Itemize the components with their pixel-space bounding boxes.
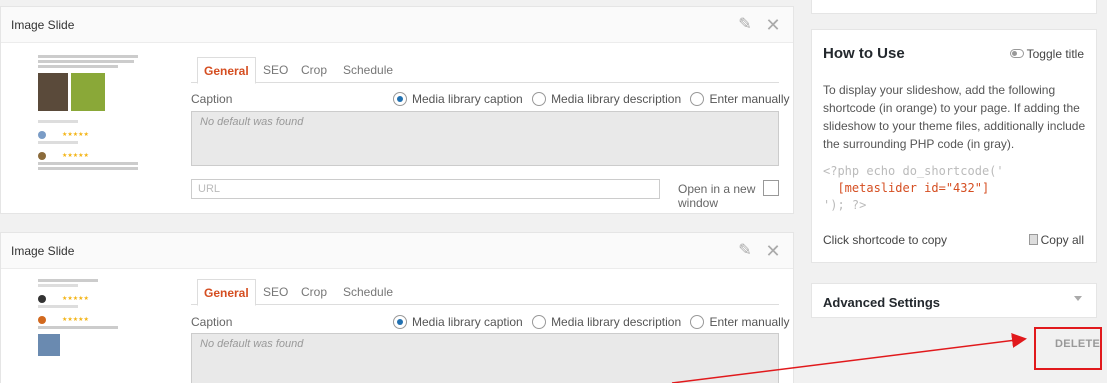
close-icon[interactable]: ✕ xyxy=(763,241,783,261)
new-window-checkbox[interactable] xyxy=(763,180,779,196)
caption-label: Caption xyxy=(191,315,233,329)
slide-title: Image Slide xyxy=(11,18,75,32)
caption-placeholder: No default was found xyxy=(200,116,304,128)
radio-media-caption[interactable] xyxy=(393,92,407,106)
slide-header: Image Slide ✎ ✕ xyxy=(1,7,793,43)
radio-label: Media library caption xyxy=(412,92,523,106)
toggle-title-button[interactable]: Toggle title xyxy=(1009,47,1084,61)
radio-label: Media library description xyxy=(551,92,682,106)
tab-general[interactable]: General xyxy=(197,279,256,306)
caption-label: Caption xyxy=(191,92,233,106)
radio-enter-manually[interactable] xyxy=(690,315,705,329)
tab-schedule[interactable]: Schedule xyxy=(343,285,393,299)
delete-button[interactable]: DELETE xyxy=(1055,338,1100,350)
tab-general[interactable]: General xyxy=(197,57,256,84)
radio-label: Enter manually xyxy=(709,315,790,329)
pencil-icon[interactable]: ✎ xyxy=(735,241,755,261)
tab-crop[interactable]: Crop xyxy=(301,285,327,299)
toggle-icon xyxy=(1009,49,1024,58)
image-slide-1: Image Slide ✎ ✕ ★★★★★ ★★★★★ General SEO … xyxy=(0,6,794,214)
slide-tabs: General SEO Crop Schedule xyxy=(191,57,779,84)
caption-textarea[interactable]: No default was found xyxy=(191,111,779,166)
php-open: <?php echo do_shortcode(' xyxy=(823,164,1004,178)
radio-media-description[interactable] xyxy=(532,92,547,106)
php-close: '); ?> xyxy=(823,198,867,212)
tab-crop[interactable]: Crop xyxy=(301,63,327,77)
how-to-use-panel: How to Use Toggle title To display your … xyxy=(811,29,1097,263)
copy-hint: Click shortcode to copy xyxy=(823,233,948,247)
caption-source-options: Media library caption Media library desc… xyxy=(393,92,796,106)
sidebar-top-panel xyxy=(811,0,1097,14)
slide-header: Image Slide ✎ ✕ xyxy=(1,233,793,269)
slide-title: Image Slide xyxy=(11,244,75,258)
caption-textarea[interactable]: No default was found xyxy=(191,333,779,383)
url-input[interactable]: URL xyxy=(191,179,660,199)
slide-thumbnail[interactable]: ★★★★★ ★★★★★ xyxy=(35,53,153,213)
radio-media-description[interactable] xyxy=(532,315,547,329)
slide-thumbnail[interactable]: ★★★★★ ★★★★★ xyxy=(35,277,153,383)
pencil-icon[interactable]: ✎ xyxy=(735,15,755,35)
shortcode-block: <?php echo do_shortcode(' [metaslider id… xyxy=(823,163,1004,214)
advanced-settings-toggle[interactable]: Advanced Settings xyxy=(811,283,1097,318)
chevron-down-icon xyxy=(1074,296,1082,301)
copy-icon xyxy=(1028,234,1038,245)
howto-title: How to Use xyxy=(823,45,905,62)
tab-seo[interactable]: SEO xyxy=(263,285,288,299)
radio-label: Media library caption xyxy=(412,315,523,329)
caption-source-options: Media library caption Media library desc… xyxy=(393,315,796,329)
advanced-settings-title: Advanced Settings xyxy=(823,295,941,310)
radio-label: Enter manually xyxy=(709,92,790,106)
toggle-title-label: Toggle title xyxy=(1026,47,1084,61)
caption-placeholder: No default was found xyxy=(200,338,304,350)
radio-media-caption[interactable] xyxy=(393,315,407,329)
copy-all-button[interactable]: Copy all xyxy=(1028,233,1084,247)
slide-tabs: General SEO Crop Schedule xyxy=(191,279,779,306)
howto-description: To display your slideshow, add the follo… xyxy=(823,83,1086,151)
image-slide-2: Image Slide ✎ ✕ ★★★★★ ★★★★★ General SEO … xyxy=(0,232,794,383)
shortcode[interactable]: [metaslider id="432"] xyxy=(837,181,989,195)
tab-seo[interactable]: SEO xyxy=(263,63,288,77)
tab-schedule[interactable]: Schedule xyxy=(343,63,393,77)
radio-label: Media library description xyxy=(551,315,682,329)
radio-enter-manually[interactable] xyxy=(690,92,705,106)
close-icon[interactable]: ✕ xyxy=(763,15,783,35)
copy-all-label: Copy all xyxy=(1040,233,1084,247)
